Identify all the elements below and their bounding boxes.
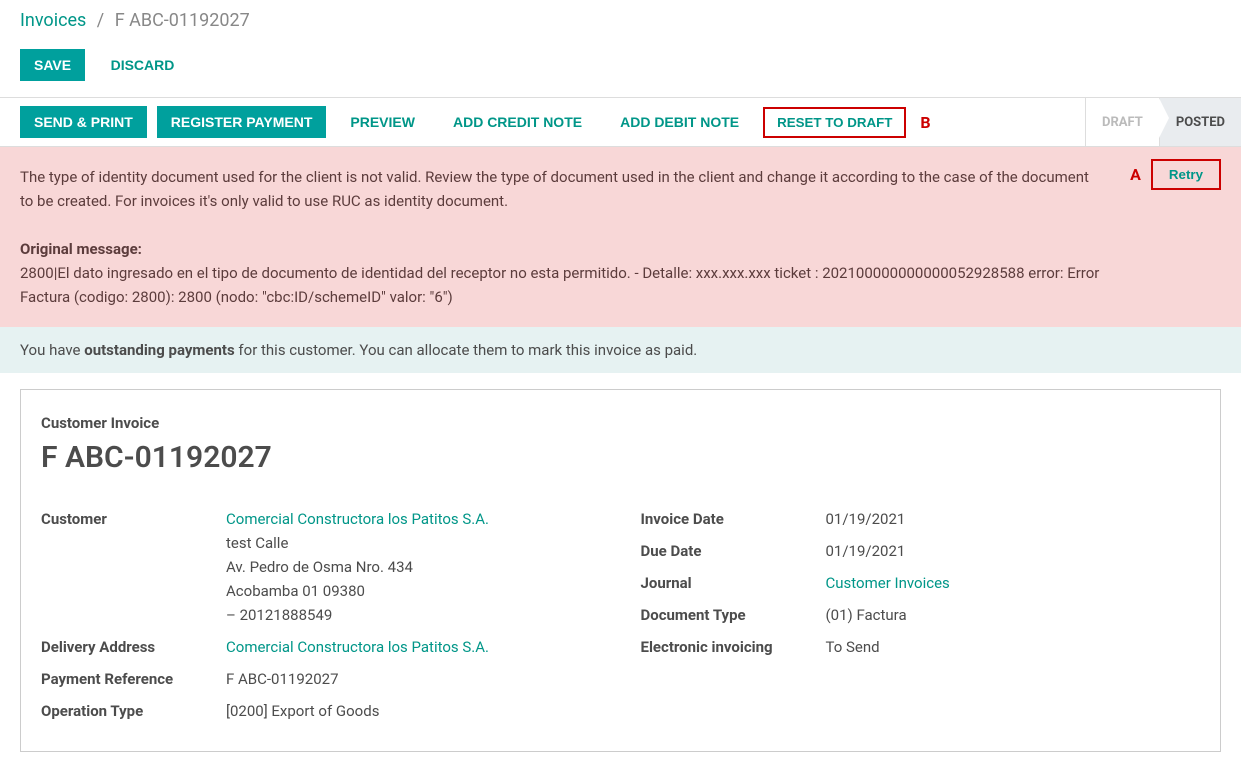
operation-type-value: [0200] Export of Goods — [226, 699, 379, 723]
journal-label: Journal — [641, 571, 826, 595]
payment-reference-label: Payment Reference — [41, 667, 226, 691]
customer-addr-line1: test Calle — [226, 531, 489, 555]
info-pre: You have — [20, 341, 84, 359]
action-bar: SEND & PRINT REGISTER PAYMENT PREVIEW AD… — [0, 98, 951, 146]
error-alert: A Retry The type of identity document us… — [0, 147, 1241, 327]
document-type-label: Document Type — [641, 603, 826, 627]
customer-addr-line3: Acobamba 01 09380 — [226, 579, 489, 603]
due-date-label: Due Date — [641, 539, 826, 563]
retry-button[interactable]: Retry — [1151, 159, 1221, 190]
customer-label: Customer — [41, 507, 226, 627]
customer-link[interactable]: Comercial Constructora los Patitos S.A. — [226, 510, 489, 528]
operation-type-label: Operation Type — [41, 699, 226, 723]
breadcrumb-current: F ABC-01192027 — [115, 10, 250, 31]
original-message-label: Original message: — [20, 240, 142, 258]
invoice-sheet: Customer Invoice F ABC-01192027 Customer… — [20, 389, 1221, 752]
payment-reference-value: F ABC-01192027 — [226, 667, 339, 691]
reset-to-draft-button[interactable]: RESET TO DRAFT — [763, 107, 906, 138]
customer-addr-line2: Av. Pedro de Osma Nro. 434 — [226, 555, 489, 579]
annotation-marker-b: B — [920, 113, 930, 132]
annotation-marker-a: A — [1130, 162, 1141, 188]
sheet-title: F ABC-01192027 — [41, 440, 1200, 475]
discard-button[interactable]: DISCARD — [97, 49, 189, 81]
original-message-body: 2800|El dato ingresado en el tipo de doc… — [20, 261, 1140, 309]
breadcrumb-separator: / — [97, 10, 104, 31]
register-payment-button[interactable]: REGISTER PAYMENT — [157, 106, 327, 138]
document-type-value: (01) Factura — [826, 603, 907, 627]
sheet-subtitle: Customer Invoice — [41, 414, 1200, 432]
electronic-invoicing-value: To Send — [826, 635, 880, 659]
customer-addr-line4: – 20121888549 — [226, 603, 489, 627]
invoice-date-label: Invoice Date — [641, 507, 826, 531]
save-button[interactable]: SAVE — [20, 49, 85, 81]
error-message-main: The type of identity document used for t… — [20, 165, 1100, 213]
add-debit-note-button[interactable]: ADD DEBIT NOTE — [606, 106, 753, 138]
top-actions: SAVE DISCARD — [0, 41, 1241, 97]
preview-button[interactable]: PREVIEW — [336, 106, 429, 138]
info-post: for this customer. You can allocate them… — [235, 341, 698, 359]
delivery-address-label: Delivery Address — [41, 635, 226, 659]
form-left-column: Customer Comercial Constructora los Pati… — [41, 503, 601, 727]
status-bar: DRAFT POSTED — [1085, 98, 1241, 146]
journal-link[interactable]: Customer Invoices — [826, 574, 950, 592]
status-posted[interactable]: POSTED — [1159, 98, 1241, 146]
send-print-button[interactable]: SEND & PRINT — [20, 106, 147, 138]
info-bold: outstanding payments — [84, 341, 234, 359]
add-credit-note-button[interactable]: ADD CREDIT NOTE — [439, 106, 596, 138]
breadcrumb: Invoices / F ABC-01192027 — [0, 0, 1241, 41]
info-alert: You have outstanding payments for this c… — [0, 327, 1241, 373]
breadcrumb-root-link[interactable]: Invoices — [20, 10, 86, 31]
status-draft[interactable]: DRAFT — [1085, 98, 1159, 146]
due-date-value: 01/19/2021 — [826, 539, 906, 563]
form-right-column: Invoice Date 01/19/2021 Due Date 01/19/2… — [641, 503, 1201, 727]
delivery-address-link[interactable]: Comercial Constructora los Patitos S.A. — [226, 638, 489, 656]
invoice-date-value: 01/19/2021 — [826, 507, 906, 531]
electronic-invoicing-label: Electronic invoicing — [641, 635, 826, 659]
